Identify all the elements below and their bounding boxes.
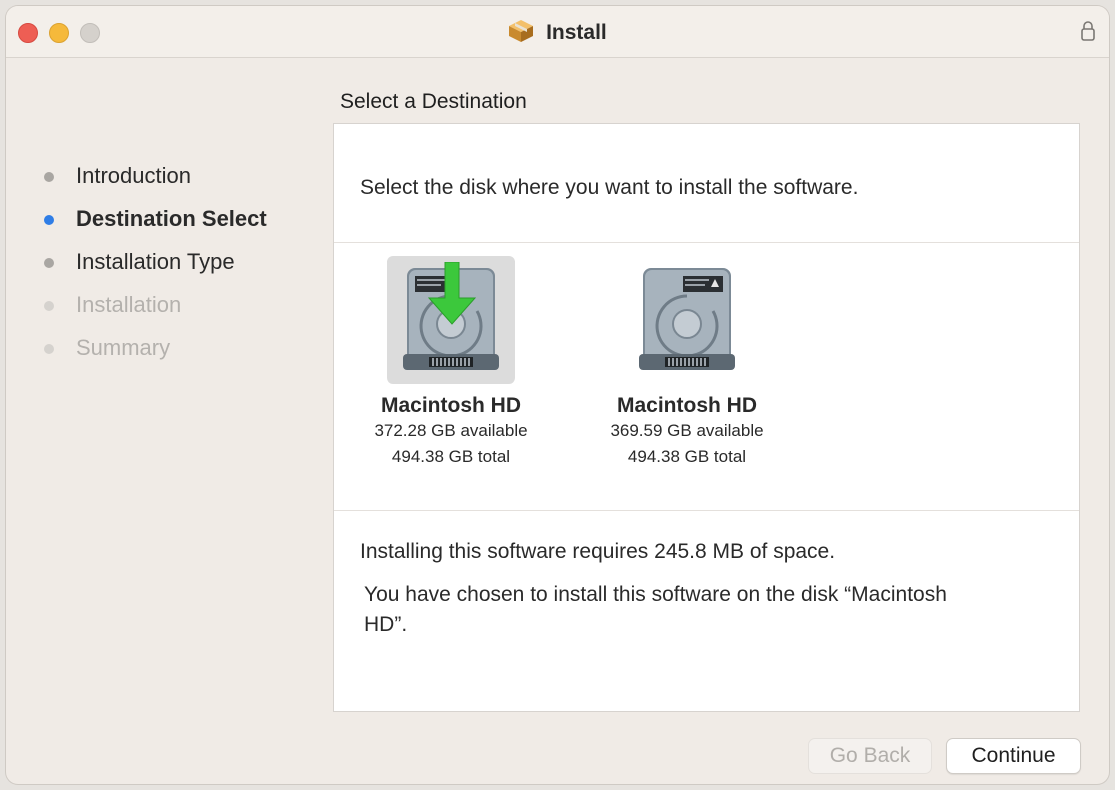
hard-drive-icon (403, 261, 499, 370)
step-installation-type: Installation Type (40, 250, 267, 293)
step-dot (44, 301, 54, 311)
disk-icon-box (387, 256, 515, 384)
step-label: Installation (76, 292, 182, 317)
step-label: Destination Select (76, 206, 267, 231)
chosen-disk-message: You have chosen to install this software… (364, 583, 947, 636)
disk-total: 494.38 GB total (627, 447, 747, 466)
step-label: Summary (76, 335, 171, 360)
disk-name: Macintosh HD (616, 394, 757, 417)
divider (334, 510, 1079, 511)
disk-option-2[interactable]: Macintosh HD 369.59 GB available 494.38 … (592, 256, 782, 470)
step-label: Introduction (76, 163, 191, 188)
disk-available: 369.59 GB available (610, 421, 764, 440)
step-introduction: Introduction (40, 164, 267, 207)
divider (334, 242, 1079, 243)
step-dot (44, 258, 54, 268)
destination-panel: Select the disk where you want to instal… (333, 123, 1080, 712)
disk-option-1[interactable]: Macintosh HD 372.28 GB available 494.38 … (356, 256, 546, 470)
hard-drive-icon (639, 268, 735, 370)
page-title: Select a Destination (340, 90, 527, 113)
step-dot (44, 172, 54, 182)
step-installation: Installation (40, 293, 267, 336)
window-title-group: Install (6, 19, 1109, 49)
installer-steps: Introduction Destination Select Installa… (40, 164, 267, 379)
disk-available: 372.28 GB available (374, 421, 528, 440)
step-dot (44, 344, 54, 354)
step-destination-select: Destination Select (40, 207, 267, 250)
disk-total: 494.38 GB total (391, 447, 511, 466)
window-title: Install (546, 21, 607, 44)
lock-icon (1081, 20, 1095, 47)
go-back-button[interactable]: Go Back (808, 738, 932, 774)
installer-window: Install Introduction Destination Select … (6, 6, 1109, 784)
step-summary: Summary (40, 336, 267, 379)
disk-name: Macintosh HD (380, 394, 521, 417)
destination-prompt: Select the disk where you want to instal… (360, 176, 859, 199)
space-requirement: Installing this software requires 245.8 … (360, 540, 836, 563)
package-icon (508, 19, 534, 49)
continue-button[interactable]: Continue (946, 738, 1081, 774)
step-dot (44, 215, 54, 225)
title-bar: Install (6, 6, 1109, 58)
disk-icon-box (623, 256, 751, 384)
step-label: Installation Type (76, 249, 235, 274)
